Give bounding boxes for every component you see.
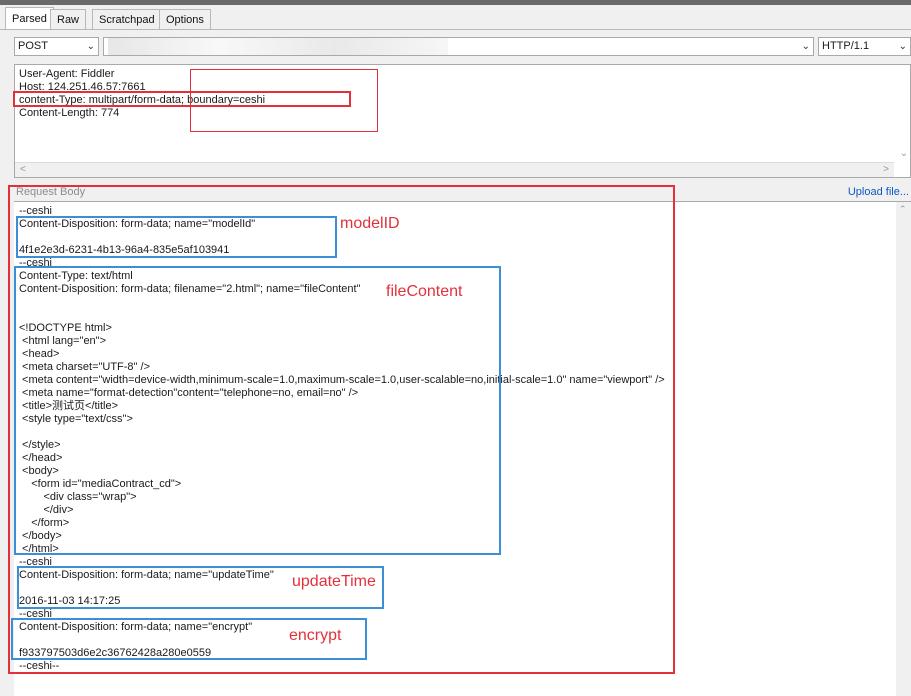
redacted-url — [108, 38, 448, 55]
scroll-up-icon[interactable]: ⌃ — [899, 204, 907, 215]
horizontal-scrollbar[interactable]: < > — [15, 162, 894, 177]
filecontent-annotation: fileContent — [386, 283, 463, 300]
tab-options[interactable]: Options — [159, 9, 211, 29]
tab-scratchpad[interactable]: Scratchpad — [92, 9, 162, 29]
scroll-down-icon[interactable]: ⌄ — [900, 148, 908, 159]
protocol-select[interactable]: HTTP/1.1 ⌄ — [818, 37, 911, 56]
vertical-scrollbar[interactable]: ⌃ — [896, 202, 911, 696]
chevron-down-icon: ⌄ — [898, 41, 907, 52]
tab-divider — [0, 29, 911, 30]
modelid-annotation: modelID — [340, 215, 400, 232]
protocol-value: HTTP/1.1 — [822, 40, 870, 52]
scroll-right-icon[interactable]: > — [883, 163, 889, 177]
scroll-left-icon[interactable]: < — [20, 163, 26, 177]
header-line: User-Agent: Fiddler — [19, 68, 115, 80]
chevron-down-icon: ⌄ — [86, 41, 95, 52]
modelid-part-box — [16, 216, 337, 258]
tab-parsed[interactable]: Parsed — [5, 7, 54, 30]
header-line: Content-Length: 774 — [19, 107, 120, 119]
method-select[interactable]: POST ⌄ — [14, 37, 99, 56]
window-top-bar — [0, 0, 911, 5]
headers-textarea[interactable]: User-Agent: Fiddler Host: 124.251.46.57:… — [14, 64, 911, 178]
chevron-down-icon: ⌄ — [801, 41, 810, 52]
updatetime-annotation: updateTime — [292, 573, 376, 590]
boundary-highlight — [190, 69, 378, 132]
upload-file-link[interactable]: Upload file... — [848, 186, 909, 198]
filecontent-part-box — [14, 266, 501, 555]
encrypt-annotation: encrypt — [289, 627, 342, 644]
tab-raw[interactable]: Raw — [50, 9, 87, 29]
method-value: POST — [18, 40, 48, 52]
